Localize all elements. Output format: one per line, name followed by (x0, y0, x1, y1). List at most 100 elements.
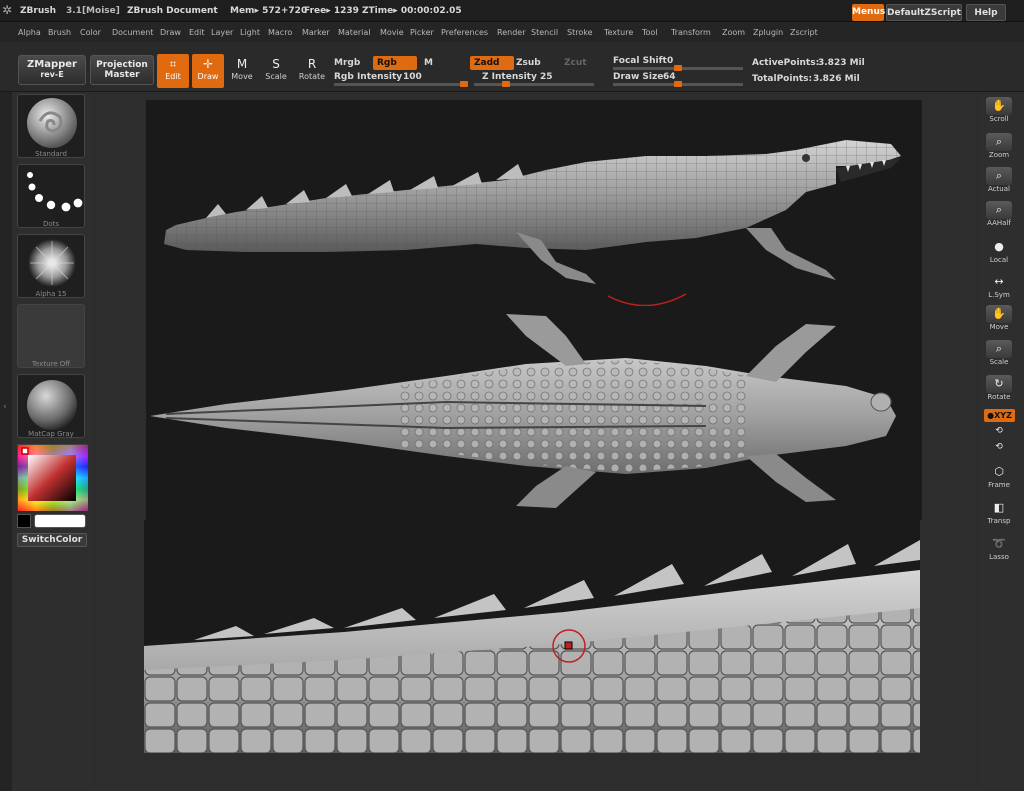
scale-view-label: Scale (989, 358, 1009, 366)
mrgb-toggle[interactable]: Mrgb (334, 58, 360, 68)
menu-item-marker[interactable]: Marker (302, 28, 330, 37)
scale-mode-button[interactable]: S Scale (260, 54, 292, 88)
menu-item-brush[interactable]: Brush (48, 28, 71, 37)
frame-label: Frame (988, 481, 1010, 489)
brush-selector[interactable]: Standard (17, 94, 85, 158)
local-button[interactable]: ● Local (984, 237, 1014, 269)
menu-item-stroke[interactable]: Stroke (567, 28, 593, 37)
menu-item-zscript[interactable]: Zscript (790, 28, 818, 37)
zsub-toggle[interactable]: Zsub (516, 58, 541, 68)
lsym-button[interactable]: ↔ L.Sym (984, 272, 1014, 304)
crocodile-side-view (146, 100, 922, 306)
tray-collapse-icon[interactable]: ‹ (3, 402, 9, 416)
menu-item-tool[interactable]: Tool (642, 28, 658, 37)
standard-brush-icon (27, 98, 77, 148)
focal-shift-knob[interactable] (674, 65, 682, 71)
material-selector[interactable]: MatCap Gray (17, 374, 85, 438)
menu-item-zoom[interactable]: Zoom (722, 28, 745, 37)
rgb-toggle[interactable]: Rgb (373, 56, 417, 70)
color-picker[interactable] (17, 444, 88, 511)
tail-closeup-render (144, 540, 920, 753)
magnifier-icon: ⌕ (986, 201, 1012, 219)
z-rotate-toggle[interactable]: ⟲ (984, 440, 1014, 454)
main-color-swatch[interactable] (34, 514, 86, 528)
transp-label: Transp (987, 517, 1011, 525)
free-memory-readout: Free▸ 1239 (304, 6, 359, 16)
stroke-selector[interactable]: Dots (17, 164, 85, 228)
material-label: MatCap Gray (28, 430, 74, 438)
scale-view-button[interactable]: ⌕ Scale (984, 339, 1014, 371)
actual-button[interactable]: ⌕ Actual (984, 166, 1014, 198)
menu-bar: Alpha Brush Color Document Draw Edit Layer Ligh… (0, 22, 1024, 42)
help-button[interactable]: Help (966, 4, 1006, 21)
transp-button[interactable]: ◧ Transp (984, 498, 1014, 530)
tail-closeup-view (144, 520, 920, 753)
menu-item-edit[interactable]: Edit (189, 28, 205, 37)
projection-master-button[interactable]: Projection Master (90, 55, 154, 85)
scroll-button[interactable]: ✋ Scroll (984, 96, 1014, 128)
total-points-label: TotalPoints: (752, 74, 813, 84)
menu-item-document[interactable]: Document (112, 28, 153, 37)
focal-shift-slider[interactable] (613, 65, 743, 71)
draw-size-knob[interactable] (674, 81, 682, 87)
menu-item-transform[interactable]: Transform (671, 28, 711, 37)
z-intensity-slider[interactable] (474, 81, 594, 87)
rotate-view-button[interactable]: ↻ Rotate (984, 374, 1014, 406)
secondary-color-swatch[interactable] (17, 514, 31, 528)
xyz-rotate-toggle[interactable]: ●XYZ (984, 409, 1015, 422)
z-intensity-value: 25 (540, 72, 553, 82)
rotate-mode-button[interactable]: R Rotate (296, 54, 328, 88)
move-mode-button[interactable]: M Move (226, 54, 258, 88)
default-zscript-button[interactable]: DefaultZScript (886, 4, 962, 21)
menu-item-render[interactable]: Render (497, 28, 525, 37)
menu-item-color[interactable]: Color (80, 28, 101, 37)
draw-size-label: Draw Size (613, 72, 664, 82)
zadd-toggle[interactable]: Zadd (470, 56, 514, 70)
frame-button[interactable]: ⬡ Frame (984, 462, 1014, 494)
menu-item-material[interactable]: Material (338, 28, 371, 37)
aahalf-button[interactable]: ⌕ AAHalf (984, 200, 1014, 232)
menu-item-movie[interactable]: Movie (380, 28, 404, 37)
menus-toggle-button[interactable]: Menus (852, 4, 885, 21)
menu-item-macro[interactable]: Macro (268, 28, 292, 37)
menu-item-layer[interactable]: Layer (211, 28, 233, 37)
m-toggle[interactable]: M (424, 58, 433, 68)
texture-selector[interactable]: Texture Off (17, 304, 85, 368)
zoom-button[interactable]: ⌕ Zoom (984, 132, 1014, 164)
menu-item-alpha[interactable]: Alpha (18, 28, 41, 37)
magnifier-icon: ⌕ (986, 340, 1012, 358)
symmetry-icon: ↔ (994, 275, 1004, 288)
z-intensity-knob[interactable] (502, 81, 510, 87)
y-rotate-toggle[interactable]: ⟲ (984, 424, 1014, 438)
zmapper-button[interactable]: ZMapper rev-E (18, 55, 86, 85)
draw-mode-button[interactable]: ✛ Draw (192, 54, 224, 88)
color-wheel-icon (18, 445, 88, 511)
menu-item-light[interactable]: Light (240, 28, 260, 37)
alpha-15-icon (28, 239, 76, 287)
scale-icon: S (272, 57, 280, 71)
menu-item-preferences[interactable]: Preferences (441, 28, 488, 37)
alpha-selector[interactable]: Alpha 15 (17, 234, 85, 298)
active-points-label: ActivePoints: (752, 58, 820, 68)
rgb-intensity-knob[interactable] (460, 81, 468, 87)
edit-mode-button[interactable]: ⌗ Edit (157, 54, 189, 88)
title-bar: ✲ ZBrush 3.1[Moise] ZBrush Document Mem▸… (0, 0, 1024, 22)
document-canvas[interactable] (92, 92, 980, 791)
crocodile-top-view (146, 306, 922, 520)
master-label: Master (104, 70, 140, 80)
menu-item-stencil[interactable]: Stencil (531, 28, 558, 37)
lsym-label: L.Sym (988, 291, 1010, 299)
lasso-button[interactable]: ➰ Lasso (984, 534, 1014, 566)
menu-item-texture[interactable]: Texture (604, 28, 633, 37)
menu-item-zplugin[interactable]: Zplugin (753, 28, 783, 37)
zcut-toggle[interactable]: Zcut (564, 58, 587, 68)
menu-item-draw[interactable]: Draw (160, 28, 181, 37)
switch-color-button[interactable]: SwitchColor (17, 533, 87, 547)
left-tray-edge[interactable]: ‹ (0, 92, 12, 791)
rgb-intensity-slider[interactable] (334, 81, 468, 87)
menu-item-picker[interactable]: Picker (410, 28, 434, 37)
move-view-button[interactable]: ✋ Move (984, 304, 1014, 336)
rotate-view-label: Rotate (987, 393, 1011, 401)
rotate-icon: R (307, 57, 317, 71)
draw-size-slider[interactable] (613, 81, 743, 87)
